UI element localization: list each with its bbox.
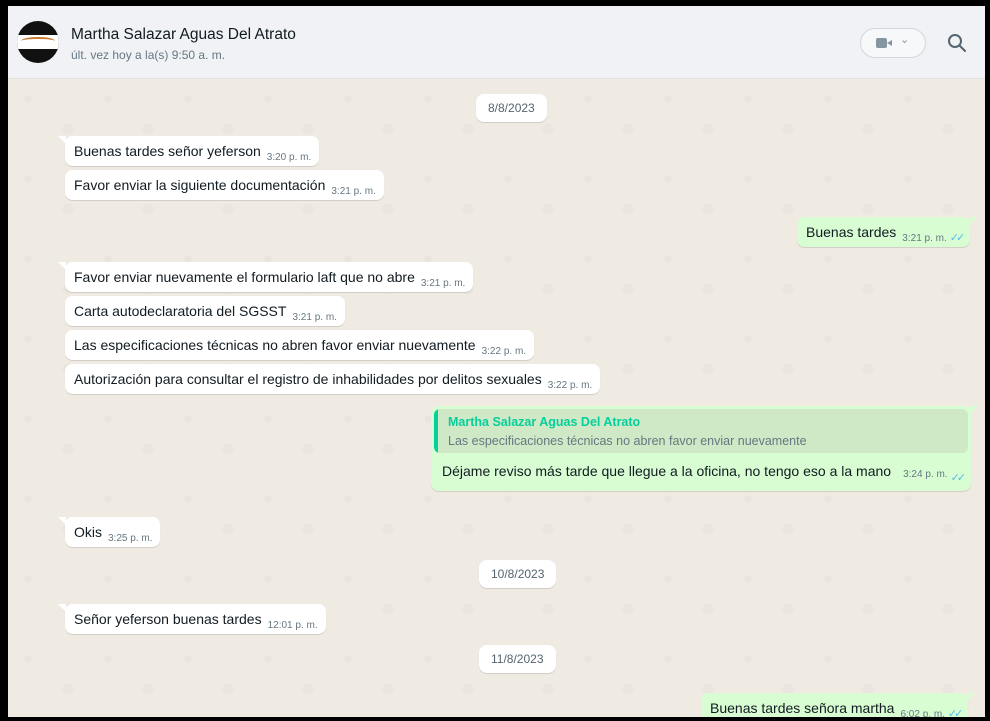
- chat-window: Martha Salazar Aguas Del Atrato últ. vez…: [8, 6, 985, 717]
- message-text: Buenas tardes señora martha: [710, 700, 895, 716]
- incoming-message[interactable]: Señor yeferson buenas tardes 12:01 p. m.: [58, 604, 326, 634]
- video-call-button[interactable]: ⌄: [860, 28, 926, 58]
- search-icon: [948, 34, 966, 52]
- message-text: Buenas tardes: [806, 224, 897, 240]
- quote-accent-bar: [434, 409, 438, 453]
- bubble-tail: [58, 604, 66, 612]
- date-separator: 11/8/2023: [479, 645, 556, 673]
- bubble-tail: [967, 693, 976, 701]
- message-text: Carta autodeclaratoria del SGSST: [74, 303, 287, 319]
- incoming-message[interactable]: Favor enviar la siguiente documentación 3…: [65, 170, 384, 200]
- message-time: 3:21 p. m.: [420, 278, 466, 289]
- quoted-message[interactable]: Martha Salazar Aguas Del Atrato Las espe…: [434, 409, 968, 453]
- incoming-message[interactable]: Favor enviar nuevamente el formulario la…: [58, 262, 474, 292]
- quoted-sender: Martha Salazar Aguas Del Atrato: [448, 415, 641, 429]
- message-time: 3:22 p. m.: [547, 380, 593, 391]
- message-text: Favor enviar la siguiente documentación: [74, 177, 326, 193]
- date-separator: 10/8/2023: [479, 560, 557, 588]
- message-time: 3:21 p. m.: [902, 233, 947, 244]
- bubble-tail: [58, 262, 66, 270]
- quoted-text: Las especificaciones técnicas no abren f…: [448, 434, 807, 448]
- message-time: 3:20 p. m.: [266, 152, 312, 163]
- contact-avatar[interactable]: [17, 21, 59, 63]
- date-separator: 8/8/2023: [476, 94, 547, 122]
- message-text: Okis: [74, 524, 102, 540]
- video-camera-lens-icon: [887, 40, 892, 46]
- message-time: 3:21 p. m.: [292, 312, 337, 323]
- message-list[interactable]: 8/8/2023 Buenas tardes señor yeferson 3:2…: [8, 79, 985, 717]
- message-time: 3:22 p. m.: [481, 346, 527, 357]
- message-text: Buenas tardes señor yeferson: [74, 143, 261, 159]
- bubble-tail: [58, 136, 66, 144]
- avatar-wave-logo: [21, 37, 55, 45]
- incoming-message[interactable]: Okis 3:25 p. m.: [58, 517, 161, 547]
- message-time: 3:25 p. m.: [108, 533, 153, 544]
- incoming-message[interactable]: Las especificaciones técnicas no abren f…: [65, 330, 535, 360]
- message-text: Señor yeferson buenas tardes: [74, 611, 262, 627]
- search-button[interactable]: [946, 32, 968, 54]
- chevron-down-icon: ⌄: [900, 34, 910, 46]
- message-time: 3:24 p. m.: [903, 469, 948, 480]
- bubble-tail: [970, 406, 978, 414]
- message-text: Autorización para consultar el registro …: [74, 371, 542, 387]
- chat-header[interactable]: Martha Salazar Aguas Del Atrato últ. vez…: [8, 6, 985, 79]
- outgoing-message[interactable]: Buenas tardes señora martha 6:02 p. m. ✓✓: [701, 693, 976, 717]
- bubble-tail: [969, 217, 978, 225]
- outgoing-message[interactable]: Buenas tardes 3:21 p. m. ✓✓: [797, 217, 978, 247]
- incoming-message[interactable]: Buenas tardes señor yeferson 3:20 p. m.: [58, 136, 320, 166]
- message-time: 3:21 p. m.: [331, 186, 376, 197]
- incoming-message[interactable]: Autorización para consultar el registro …: [65, 364, 601, 394]
- message-time: 12:01 p. m.: [267, 620, 318, 631]
- message-text: Las especificaciones técnicas no abren f…: [74, 337, 476, 353]
- read-ticks-icon: ✓✓: [949, 232, 966, 244]
- bubble-tail: [58, 517, 66, 525]
- outgoing-reply-message[interactable]: Martha Salazar Aguas Del Atrato Las espe…: [431, 406, 978, 491]
- message-time: 6:02 p. m.: [900, 709, 945, 717]
- read-ticks-icon: ✓✓: [950, 472, 967, 484]
- last-seen-status: últ. vez hoy a la(s) 9:50 a. m.: [71, 48, 226, 62]
- contact-name[interactable]: Martha Salazar Aguas Del Atrato: [71, 26, 296, 44]
- video-camera-icon: [876, 38, 887, 48]
- incoming-message[interactable]: Carta autodeclaratoria del SGSST 3:21 p. …: [65, 296, 345, 326]
- message-text: Déjame reviso más tarde que llegue a la …: [442, 463, 892, 479]
- message-meta: 3:24 p. m. ✓✓: [903, 469, 967, 484]
- message-text: Favor enviar nuevamente el formulario la…: [74, 269, 415, 285]
- read-ticks-icon: ✓✓: [947, 708, 964, 717]
